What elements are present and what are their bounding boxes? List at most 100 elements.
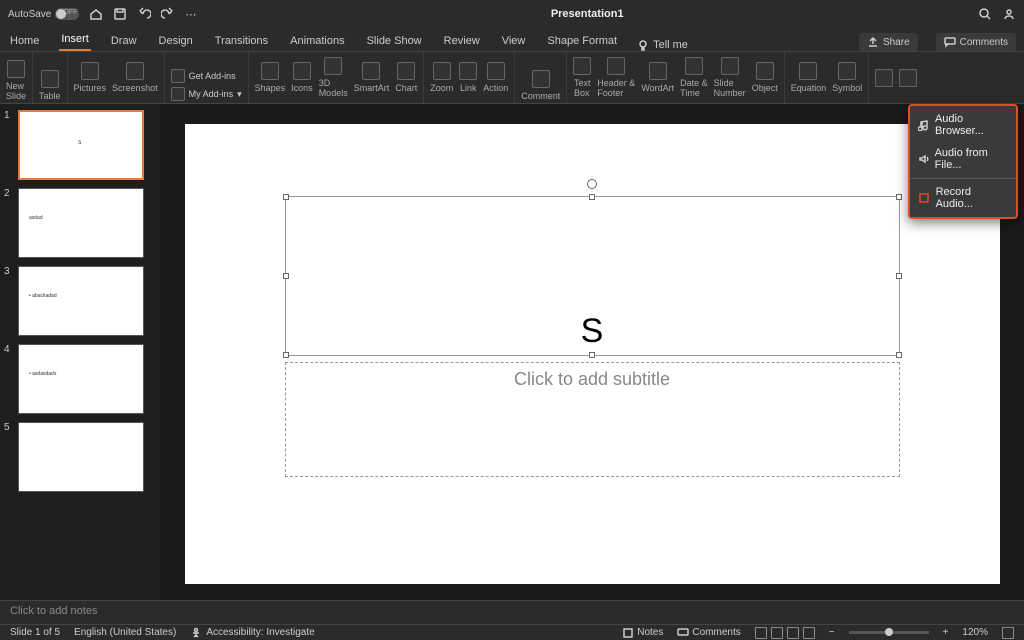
notes-toggle[interactable]: Notes (622, 627, 663, 639)
language-status[interactable]: English (United States) (74, 627, 176, 638)
tab-draw[interactable]: Draw (109, 31, 139, 51)
audio-from-file-item[interactable]: Audio from File... (910, 142, 1016, 176)
comment-icon (944, 36, 956, 48)
comment-button[interactable]: Comment (521, 70, 560, 101)
ribbon: New Slide Table Pictures Screenshot Get … (0, 52, 1024, 104)
zoom-out-button[interactable]: − (829, 627, 835, 638)
zoom-level[interactable]: 120% (962, 627, 988, 638)
record-icon (918, 192, 930, 204)
record-audio-item[interactable]: Record Audio... (910, 181, 1016, 215)
new-slide-button[interactable]: New Slide (6, 60, 26, 101)
video-button[interactable] (875, 69, 893, 87)
tab-view[interactable]: View (500, 31, 528, 51)
more-icon[interactable]: ⋯ (185, 8, 196, 21)
tab-animations[interactable]: Animations (288, 31, 346, 51)
header-footer-button[interactable]: Header & Footer (597, 57, 635, 98)
slide[interactable]: S Click to add subtitle (185, 124, 1000, 584)
speaker-icon (918, 153, 929, 165)
get-addins-button[interactable]: Get Add-ins (171, 69, 242, 83)
tab-home[interactable]: Home (8, 31, 41, 51)
shapes-button[interactable]: Shapes (255, 62, 286, 93)
resize-handle[interactable] (896, 194, 902, 200)
table-button[interactable]: Table (39, 70, 61, 101)
title-text[interactable]: S (581, 312, 604, 355)
notes-pane[interactable]: Click to add notes (0, 600, 1024, 624)
my-addins-button[interactable]: My Add-ins▾ (171, 87, 242, 101)
slide-canvas[interactable]: S Click to add subtitle (160, 104, 1024, 600)
smartart-button[interactable]: SmartArt (354, 62, 390, 93)
subtitle-placeholder[interactable]: Click to add subtitle (285, 362, 900, 477)
title-placeholder[interactable]: S (285, 196, 900, 356)
title-bar: AutoSave OFF ⋯ Presentation1 (0, 0, 1024, 28)
resize-handle[interactable] (283, 273, 289, 279)
thumbnail-3[interactable]: • abackadad (18, 266, 144, 336)
screenshot-button[interactable]: Screenshot (112, 62, 158, 93)
bulb-icon (637, 39, 649, 51)
share-button[interactable]: Share (859, 33, 918, 51)
tab-shape-format[interactable]: Shape Format (545, 31, 619, 51)
zoom-in-button[interactable]: + (943, 627, 949, 638)
datetime-button[interactable]: Date & Time (680, 57, 708, 98)
rotate-handle[interactable] (587, 179, 597, 189)
audio-button[interactable] (899, 69, 917, 87)
comment-icon (677, 627, 689, 639)
share-icon (867, 36, 879, 48)
account-icon[interactable] (1002, 7, 1016, 21)
resize-handle[interactable] (589, 352, 595, 358)
resize-handle[interactable] (283, 194, 289, 200)
search-icon[interactable] (978, 7, 992, 21)
thumbnail-5[interactable] (18, 422, 144, 492)
fit-to-window-button[interactable] (1002, 627, 1014, 639)
link-button[interactable]: Link (459, 62, 477, 93)
tab-review[interactable]: Review (442, 31, 482, 51)
undo-icon[interactable] (137, 7, 151, 21)
equation-button[interactable]: Equation (791, 62, 827, 93)
document-title: Presentation1 (204, 8, 970, 20)
slide-position: Slide 1 of 5 (10, 627, 60, 638)
tab-insert[interactable]: Insert (59, 29, 91, 51)
tab-slideshow[interactable]: Slide Show (365, 31, 424, 51)
tab-transitions[interactable]: Transitions (213, 31, 270, 51)
zoom-slider[interactable] (849, 631, 929, 634)
slide-thumbnails: 1S 2asdad 3• abackadad 4• asdasdads 5 (0, 104, 160, 600)
tell-me[interactable]: Tell me (637, 39, 688, 51)
resize-handle[interactable] (896, 273, 902, 279)
accessibility-status[interactable]: Accessibility: Investigate (190, 627, 314, 639)
pictures-button[interactable]: Pictures (74, 62, 107, 93)
home-icon[interactable] (89, 7, 103, 21)
ribbon-tabs: Home Insert Draw Design Transitions Anim… (0, 28, 1024, 52)
thumbnail-2[interactable]: asdad (18, 188, 144, 258)
audio-dropdown: Audio Browser... Audio from File... Reco… (908, 104, 1018, 219)
slideshow-view-button[interactable] (803, 627, 815, 639)
audio-browser-item[interactable]: Audio Browser... (910, 108, 1016, 142)
comments-toggle[interactable]: Comments (677, 627, 740, 639)
comments-button[interactable]: Comments (936, 33, 1016, 51)
accessibility-icon (190, 627, 202, 639)
tab-design[interactable]: Design (157, 31, 195, 51)
save-icon[interactable] (113, 7, 127, 21)
icons-button[interactable]: Icons (291, 62, 313, 93)
slide-number-button[interactable]: Slide Number (714, 57, 746, 98)
normal-view-button[interactable] (755, 627, 767, 639)
sorter-view-button[interactable] (771, 627, 783, 639)
chart-button[interactable]: Chart (395, 62, 417, 93)
reading-view-button[interactable] (787, 627, 799, 639)
textbox-button[interactable]: Text Box (573, 57, 591, 98)
music-note-icon (918, 119, 929, 131)
3d-models-button[interactable]: 3D Models (319, 57, 348, 98)
resize-handle[interactable] (896, 352, 902, 358)
resize-handle[interactable] (283, 352, 289, 358)
thumbnail-1[interactable]: S (18, 110, 144, 180)
redo-icon[interactable] (161, 7, 175, 21)
notes-icon (622, 627, 634, 639)
symbol-button[interactable]: Symbol (832, 62, 862, 93)
status-bar: Slide 1 of 5 English (United States) Acc… (0, 624, 1024, 640)
object-button[interactable]: Object (752, 62, 778, 93)
thumbnail-4[interactable]: • asdasdads (18, 344, 144, 414)
action-button[interactable]: Action (483, 62, 508, 93)
subtitle-text[interactable]: Click to add subtitle (514, 369, 670, 390)
autosave-toggle[interactable]: AutoSave OFF (8, 8, 79, 20)
resize-handle[interactable] (589, 194, 595, 200)
zoom-button[interactable]: Zoom (430, 62, 453, 93)
wordart-button[interactable]: WordArt (641, 62, 674, 93)
